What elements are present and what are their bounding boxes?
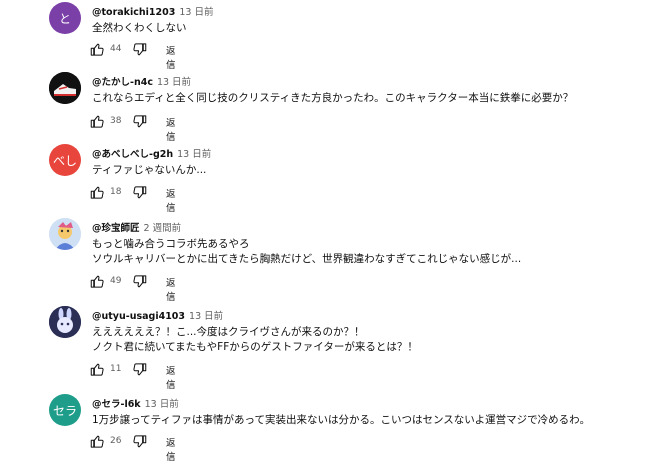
dislike-button[interactable] <box>132 434 147 449</box>
comment: @utyu-usagi4103 13 日前 ええええええ？！こ...今度はクライヴ… <box>0 306 650 391</box>
character-avatar-image <box>49 218 81 250</box>
like-count: 26 <box>110 436 122 446</box>
thumbs-up-icon <box>90 275 104 288</box>
author-name[interactable]: @セラ-l6k <box>92 399 141 410</box>
comment-time[interactable]: 2 週間前 <box>144 223 182 234</box>
sneaker-avatar-image <box>49 72 81 104</box>
dislike-button[interactable] <box>132 362 147 377</box>
comment-header: @たかし-n4c 13 日前 <box>92 74 191 88</box>
thumbs-up-icon <box>90 43 104 56</box>
comment: セラ @セラ-l6k 13 日前 1万步譲ってティファは事情があって実装出来ないは… <box>0 394 650 463</box>
comment-time[interactable]: 13 日前 <box>145 399 179 410</box>
comment-time[interactable]: 13 日前 <box>157 77 191 88</box>
avatar-initial: セラ <box>52 403 77 418</box>
comment-header: @torakichi1203 13 日前 <box>92 4 213 18</box>
thumbs-up-icon <box>90 115 104 128</box>
like-button[interactable] <box>90 185 105 200</box>
like-count: 11 <box>110 364 122 374</box>
dislike-button[interactable] <box>132 185 147 200</box>
comment-text-line: ノクト君に続いてまたもやFFからのゲストファイターが来るとは？！ <box>92 341 418 353</box>
comment-text: 1万步譲ってティファは事情があって実装出来ないは分かる。こいつはセンスないよ運営… <box>92 414 591 426</box>
avatar[interactable] <box>49 306 81 338</box>
dislike-button[interactable] <box>132 114 147 129</box>
comment-text: ティファじゃないんか... <box>92 164 207 176</box>
comment-header: @セラ-l6k 13 日前 <box>92 396 179 410</box>
comment-text: 全然わくわくしない <box>92 22 187 34</box>
like-count: 18 <box>110 187 122 197</box>
comment: べし @あべしべし-g2h 13 日前 ティファじゃないんか... 18 返信 <box>0 144 650 214</box>
avatar[interactable] <box>49 72 81 104</box>
reply-button[interactable]: 返信 <box>166 43 176 71</box>
comment-text-line: ソウルキャリバーとかに出てきたら胸熱だけど、世界観違わなすぎてこれじゃない感じが… <box>92 253 522 265</box>
thumbs-down-icon <box>133 43 147 56</box>
reply-button[interactable]: 返信 <box>166 275 176 303</box>
thumbs-up-icon <box>90 435 104 448</box>
comment-header: @あべしべし-g2h 13 日前 <box>92 146 211 160</box>
like-button[interactable] <box>90 362 105 377</box>
thumbs-down-icon <box>133 435 147 448</box>
comment-header: @珍宝師匠 2 週間前 <box>92 220 181 234</box>
reply-button[interactable]: 返信 <box>166 186 176 214</box>
comment-time[interactable]: 13 日前 <box>177 149 211 160</box>
avatar[interactable]: と <box>49 2 81 34</box>
rabbit-avatar-image <box>49 306 81 338</box>
comment-text-line: もっと噛み合うコラボ先あるやろ <box>92 238 250 250</box>
comment-time[interactable]: 13 日前 <box>189 311 223 322</box>
author-name[interactable]: @あべしべし-g2h <box>92 149 173 160</box>
thumbs-up-icon <box>90 363 104 376</box>
like-button[interactable] <box>90 274 105 289</box>
comment-text-line: ええええええ？！こ...今度はクライヴさんが来るのか？！ <box>92 326 365 338</box>
thumbs-down-icon <box>133 363 147 376</box>
avatar[interactable]: べし <box>49 144 81 176</box>
comment-text: これならエディと全く同じ技のクリスティきた方良かったわ。このキャラクター本当に鉄… <box>92 92 574 104</box>
like-count: 38 <box>110 116 122 126</box>
avatar[interactable]: セラ <box>49 394 81 426</box>
avatar[interactable] <box>49 218 81 250</box>
like-button[interactable] <box>90 42 105 57</box>
thumbs-down-icon <box>133 115 147 128</box>
comment: と @torakichi1203 13 日前 全然わくわくしない 44 返信 <box>0 2 650 71</box>
thumbs-down-icon <box>133 186 147 199</box>
author-name[interactable]: @utyu-usagi4103 <box>92 311 185 322</box>
thumbs-down-icon <box>133 275 147 288</box>
author-name[interactable]: @珍宝師匠 <box>92 223 140 234</box>
avatar-initial: べし <box>52 153 77 168</box>
comment-time[interactable]: 13 日前 <box>179 7 213 18</box>
comment-header: @utyu-usagi4103 13 日前 <box>92 308 223 322</box>
like-button[interactable] <box>90 114 105 129</box>
reply-button[interactable]: 返信 <box>166 115 176 143</box>
avatar-initial: と <box>58 11 71 26</box>
author-name[interactable]: @torakichi1203 <box>92 7 175 18</box>
author-name[interactable]: @たかし-n4c <box>92 77 153 88</box>
dislike-button[interactable] <box>132 274 147 289</box>
reply-button[interactable]: 返信 <box>166 435 176 463</box>
like-button[interactable] <box>90 434 105 449</box>
reply-button[interactable]: 返信 <box>166 363 176 391</box>
like-count: 49 <box>110 276 122 286</box>
thumbs-up-icon <box>90 186 104 199</box>
dislike-button[interactable] <box>132 42 147 57</box>
comment: @たかし-n4c 13 日前 これならエディと全く同じ技のクリスティきた方良かった… <box>0 72 650 143</box>
comment: @珍宝師匠 2 週間前 もっと噛み合うコラボ先あるやろ ソウルキャリバーとかに出て… <box>0 218 650 303</box>
like-count: 44 <box>110 44 122 54</box>
